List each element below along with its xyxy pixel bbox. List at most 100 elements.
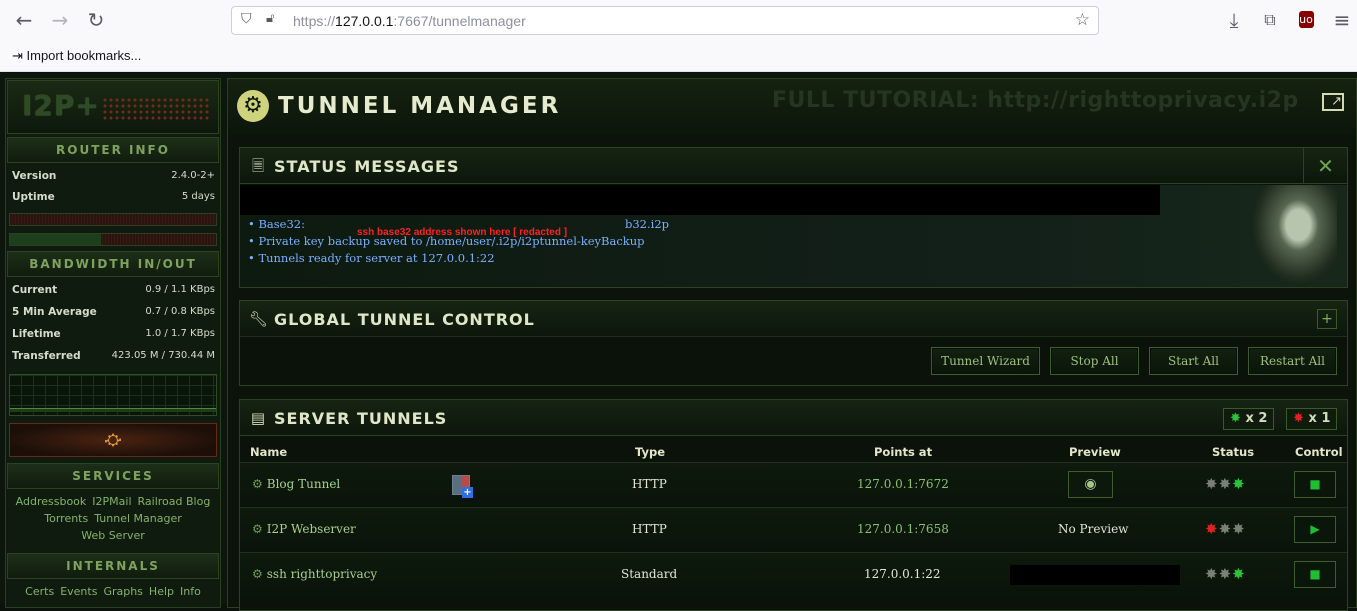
col-points-at: Points at bbox=[874, 445, 933, 459]
lock-icon[interactable]: 🔓︎ bbox=[266, 11, 274, 26]
col-status: Status bbox=[1212, 445, 1255, 459]
link-i2pmail[interactable]: I2PMail bbox=[92, 495, 131, 508]
stop-icon: ■ bbox=[1309, 567, 1321, 581]
ublock-icon[interactable]: uo bbox=[1294, 8, 1318, 32]
redacted-block bbox=[1010, 565, 1180, 585]
shield-icon[interactable]: ⛉ bbox=[241, 11, 252, 27]
downloads-icon[interactable]: ⤓ bbox=[1222, 8, 1246, 32]
bandwidth-current-row: Current 0.9 / 1.1 KBps bbox=[12, 284, 215, 296]
gear-icon: ⚙ bbox=[252, 522, 263, 536]
url-text[interactable]: https://127.0.0.1:7667/tunnelmanager bbox=[293, 13, 526, 29]
link-events[interactable]: Events bbox=[60, 585, 97, 598]
gear-icon: ⚙ bbox=[252, 567, 263, 581]
status-stars: ✸✸✸ bbox=[1205, 565, 1246, 583]
bandwidth-lifetime-row: Lifetime 1.0 / 1.7 KBps bbox=[12, 328, 215, 340]
status-stars: ✸✸✸ bbox=[1205, 475, 1246, 493]
expand-button[interactable]: + bbox=[1317, 309, 1337, 329]
tunnel-wizard-button[interactable]: Tunnel Wizard bbox=[931, 347, 1040, 375]
console-button[interactable]: ⛮ bbox=[9, 423, 217, 457]
tunnel-target-link[interactable]: 127.0.0.1:7672 bbox=[857, 477, 949, 491]
preview-eye-button[interactable]: ◉ bbox=[1068, 471, 1113, 498]
eye-icon: ◉ bbox=[1084, 476, 1097, 492]
link-torrents[interactable]: Torrents bbox=[44, 512, 88, 525]
reload-icon[interactable]: ↻ bbox=[84, 8, 108, 32]
link-info[interactable]: Info bbox=[180, 585, 201, 598]
stopped-count-badge: ✸ x 1 bbox=[1286, 408, 1338, 430]
mascot-image bbox=[1251, 185, 1337, 285]
link-web-server[interactable]: Web Server bbox=[81, 529, 145, 542]
menu-icon[interactable]: ≡ bbox=[1330, 8, 1354, 32]
bandwidth-transferred-row: Transferred 423.05 M / 730.44 M bbox=[12, 350, 215, 362]
tunnel-manager-icon: ⚙ bbox=[237, 90, 269, 122]
col-type: Type bbox=[635, 445, 666, 459]
message-b32-suffix: b32.i2p bbox=[625, 217, 670, 231]
back-icon[interactable]: ← bbox=[12, 8, 36, 32]
router-icon: ⛮ bbox=[104, 430, 122, 449]
i2p-logo[interactable]: I2P+ bbox=[7, 80, 219, 134]
tunnel-target-link[interactable]: 127.0.0.1:7658 bbox=[857, 522, 949, 536]
link-graphs[interactable]: Graphs bbox=[103, 585, 142, 598]
address-bar[interactable]: ⛉ 🔓︎ https://127.0.0.1:7667/tunnelmanage… bbox=[231, 6, 1099, 35]
table-row: ⚙ Blog Tunnel + HTTP 127.0.0.1:7672 ◉ ✸✸✸… bbox=[240, 462, 1347, 507]
stop-tunnel-button[interactable]: ■ bbox=[1294, 471, 1336, 498]
link-railroad-blog[interactable]: Railroad Blog bbox=[138, 495, 211, 508]
play-icon: ▶ bbox=[1310, 522, 1320, 536]
server-tunnels-title: SERVER TUNNELS bbox=[274, 409, 448, 428]
no-preview-text: No Preview bbox=[1058, 522, 1129, 536]
bookmarks-toolbar: ⇥ Import bookmarks... bbox=[0, 40, 1357, 72]
status-messages-title: STATUS MESSAGES bbox=[274, 157, 460, 176]
start-all-button[interactable]: Start All bbox=[1149, 347, 1238, 375]
running-count-badge: ✸ x 2 bbox=[1223, 408, 1275, 430]
page: I2P+ ROUTER INFO Version 2.4.0-2+ Uptime 5… bbox=[0, 73, 1357, 611]
services-links: Addressbook I2PMail Railroad Blog Torrents… bbox=[10, 493, 216, 544]
stop-tunnel-button[interactable]: ■ bbox=[1294, 561, 1336, 588]
browser-toolbar: ← → ↻ ⛉ 🔓︎ https://127.0.0.1:7667/tunnel… bbox=[0, 0, 1357, 40]
tunnel-type: Standard bbox=[621, 567, 678, 581]
stop-all-button[interactable]: Stop All bbox=[1050, 347, 1139, 375]
tunnel-type: HTTP bbox=[632, 522, 667, 536]
tunnels-meter bbox=[9, 233, 217, 246]
table-row: ⚙ ssh righttoprivacy Standard 127.0.0.1:2… bbox=[240, 552, 1347, 597]
add-to-addressbook-icon[interactable]: + bbox=[452, 475, 473, 498]
message-tunnels-ready: • Tunnels ready for server at 127.0.0.1:… bbox=[248, 251, 495, 265]
message-key-backup: • Private key backup saved to /home/user… bbox=[248, 234, 645, 248]
start-tunnel-button[interactable]: ▶ bbox=[1294, 516, 1336, 543]
bookmark-star-icon[interactable]: ☆ bbox=[1075, 10, 1090, 30]
tunnel-name-link[interactable]: ⚙ I2P Webserver bbox=[252, 522, 356, 536]
col-name: Name bbox=[250, 445, 288, 459]
logo-text: I2P+ bbox=[22, 89, 100, 122]
import-bookmarks-link[interactable]: ⇥ Import bookmarks... bbox=[12, 48, 141, 64]
link-tunnel-manager[interactable]: Tunnel Manager bbox=[94, 512, 182, 525]
bandwidth-heading[interactable]: BANDWIDTH IN/OUT bbox=[7, 251, 219, 277]
router-info-heading[interactable]: ROUTER INFO bbox=[7, 137, 219, 163]
tunnel-name-link[interactable]: ⚙ Blog Tunnel bbox=[252, 477, 340, 491]
forward-icon[interactable]: → bbox=[48, 8, 72, 32]
extensions-icon[interactable]: ⧉ bbox=[1258, 8, 1282, 32]
stop-icon: ■ bbox=[1309, 477, 1321, 491]
restart-all-button[interactable]: Restart All bbox=[1248, 347, 1337, 375]
internals-links: Certs Events Graphs Help Info bbox=[10, 583, 216, 600]
link-help[interactable]: Help bbox=[149, 585, 174, 598]
notepad-icon: 🗏 bbox=[251, 157, 265, 175]
title-bar: ⚙ TUNNEL MANAGER FULL TUTORIAL: http://r… bbox=[228, 79, 1356, 135]
gear-icon: ⚙ bbox=[252, 477, 263, 491]
internals-heading[interactable]: INTERNALS bbox=[7, 553, 219, 579]
server-tunnels-header: ▤ SERVER TUNNELS ✸ x 2 ✸ x 1 bbox=[240, 400, 1347, 436]
services-heading[interactable]: SERVICES bbox=[7, 463, 219, 489]
server-icon: ▤ bbox=[250, 409, 266, 427]
tutorial-watermark: FULL TUTORIAL: http://righttoprivacy.i2p bbox=[772, 88, 1299, 113]
tunnel-target-text: 127.0.0.1:22 bbox=[864, 567, 941, 581]
stopped-star-icon: ✸ bbox=[1293, 411, 1304, 426]
bandwidth-graph[interactable] bbox=[9, 374, 217, 416]
uptime-row: Uptime 5 days bbox=[12, 191, 215, 203]
link-certs[interactable]: Certs bbox=[25, 585, 54, 598]
clear-messages-button[interactable]: ✕ bbox=[1303, 148, 1347, 184]
redacted-block bbox=[240, 185, 1160, 215]
sidebar: I2P+ ROUTER INFO Version 2.4.0-2+ Uptime 5… bbox=[5, 78, 221, 608]
running-star-icon: ✸ bbox=[1230, 411, 1241, 426]
tunnel-name-link[interactable]: ⚙ ssh righttoprivacy bbox=[252, 567, 377, 581]
global-tunnel-control-panel: 🔧︎ GLOBAL TUNNEL CONTROL + Tunnel Wizard… bbox=[239, 300, 1348, 386]
link-addressbook[interactable]: Addressbook bbox=[16, 495, 87, 508]
open-external-icon[interactable]: ↗ bbox=[1322, 93, 1344, 111]
bandwidth-5min-row: 5 Min Average 0.7 / 0.8 KBps bbox=[12, 306, 215, 318]
